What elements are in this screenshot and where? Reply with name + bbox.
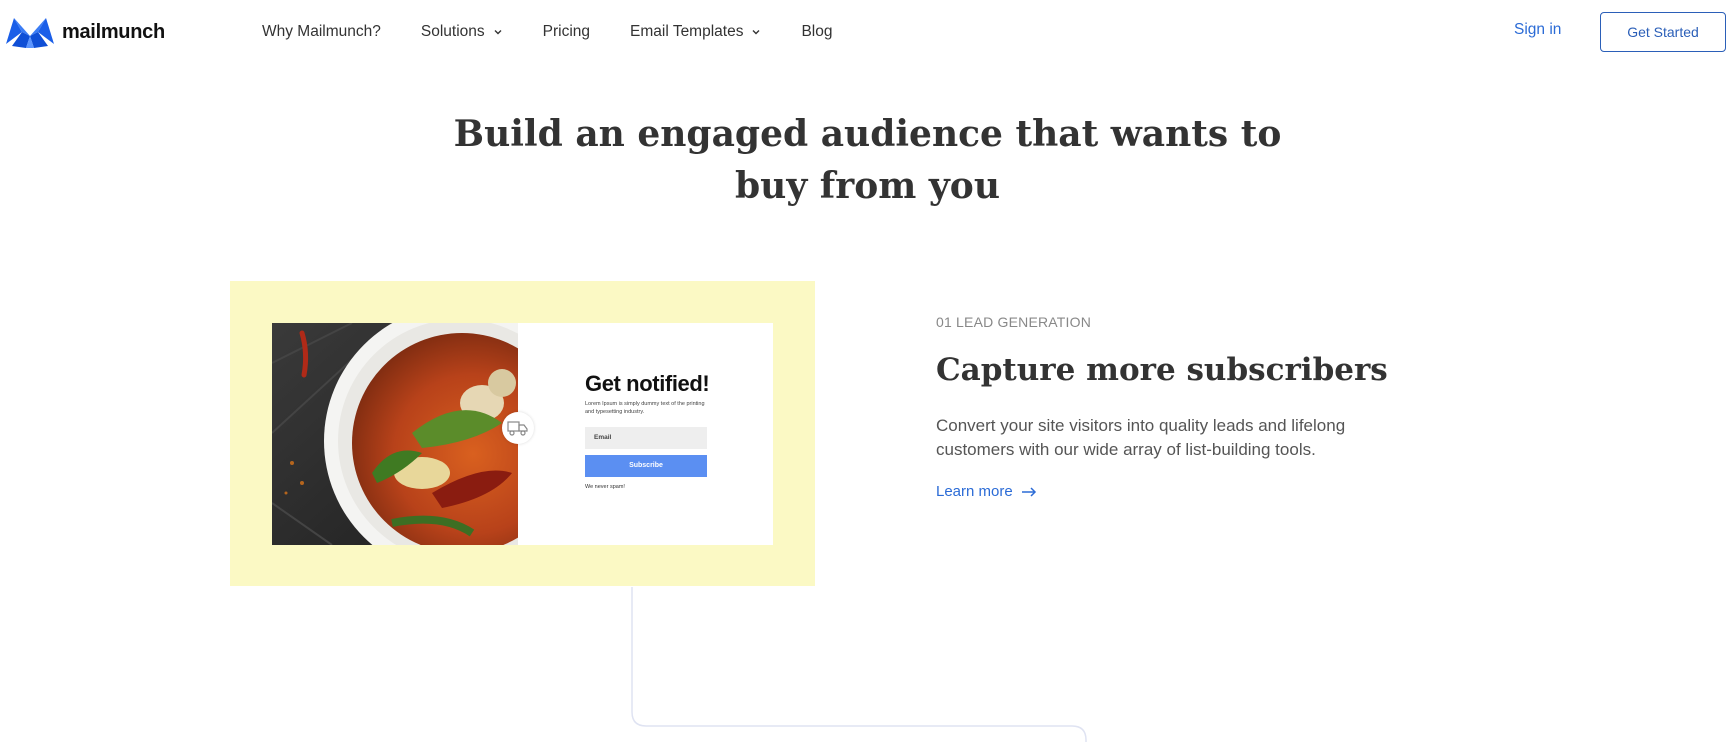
- signup-form: Get notified! Lorem Ipsum is simply dumm…: [518, 323, 773, 545]
- form-description: Lorem Ipsum is simply dummy text of the …: [585, 401, 705, 415]
- learn-more-link[interactable]: Learn more: [936, 483, 1037, 500]
- arrow-right-icon: [1021, 486, 1036, 497]
- email-field[interactable]: Email: [585, 427, 707, 449]
- form-title: Get notified!: [585, 371, 710, 396]
- feature-description: Convert your site visitors into quality …: [936, 416, 1346, 459]
- learn-more-label: Learn more: [936, 483, 1013, 500]
- feature-eyebrow: 01 LEAD GENERATION: [936, 314, 1092, 330]
- feature-title: Capture more subscribers: [936, 352, 1388, 388]
- delivery-truck-icon: [502, 412, 534, 444]
- curry-bowl-photo: [272, 323, 518, 545]
- curry-bowl-image: [272, 323, 518, 545]
- subscribe-button[interactable]: Subscribe: [585, 455, 707, 477]
- form-note: We never spam!: [585, 484, 625, 490]
